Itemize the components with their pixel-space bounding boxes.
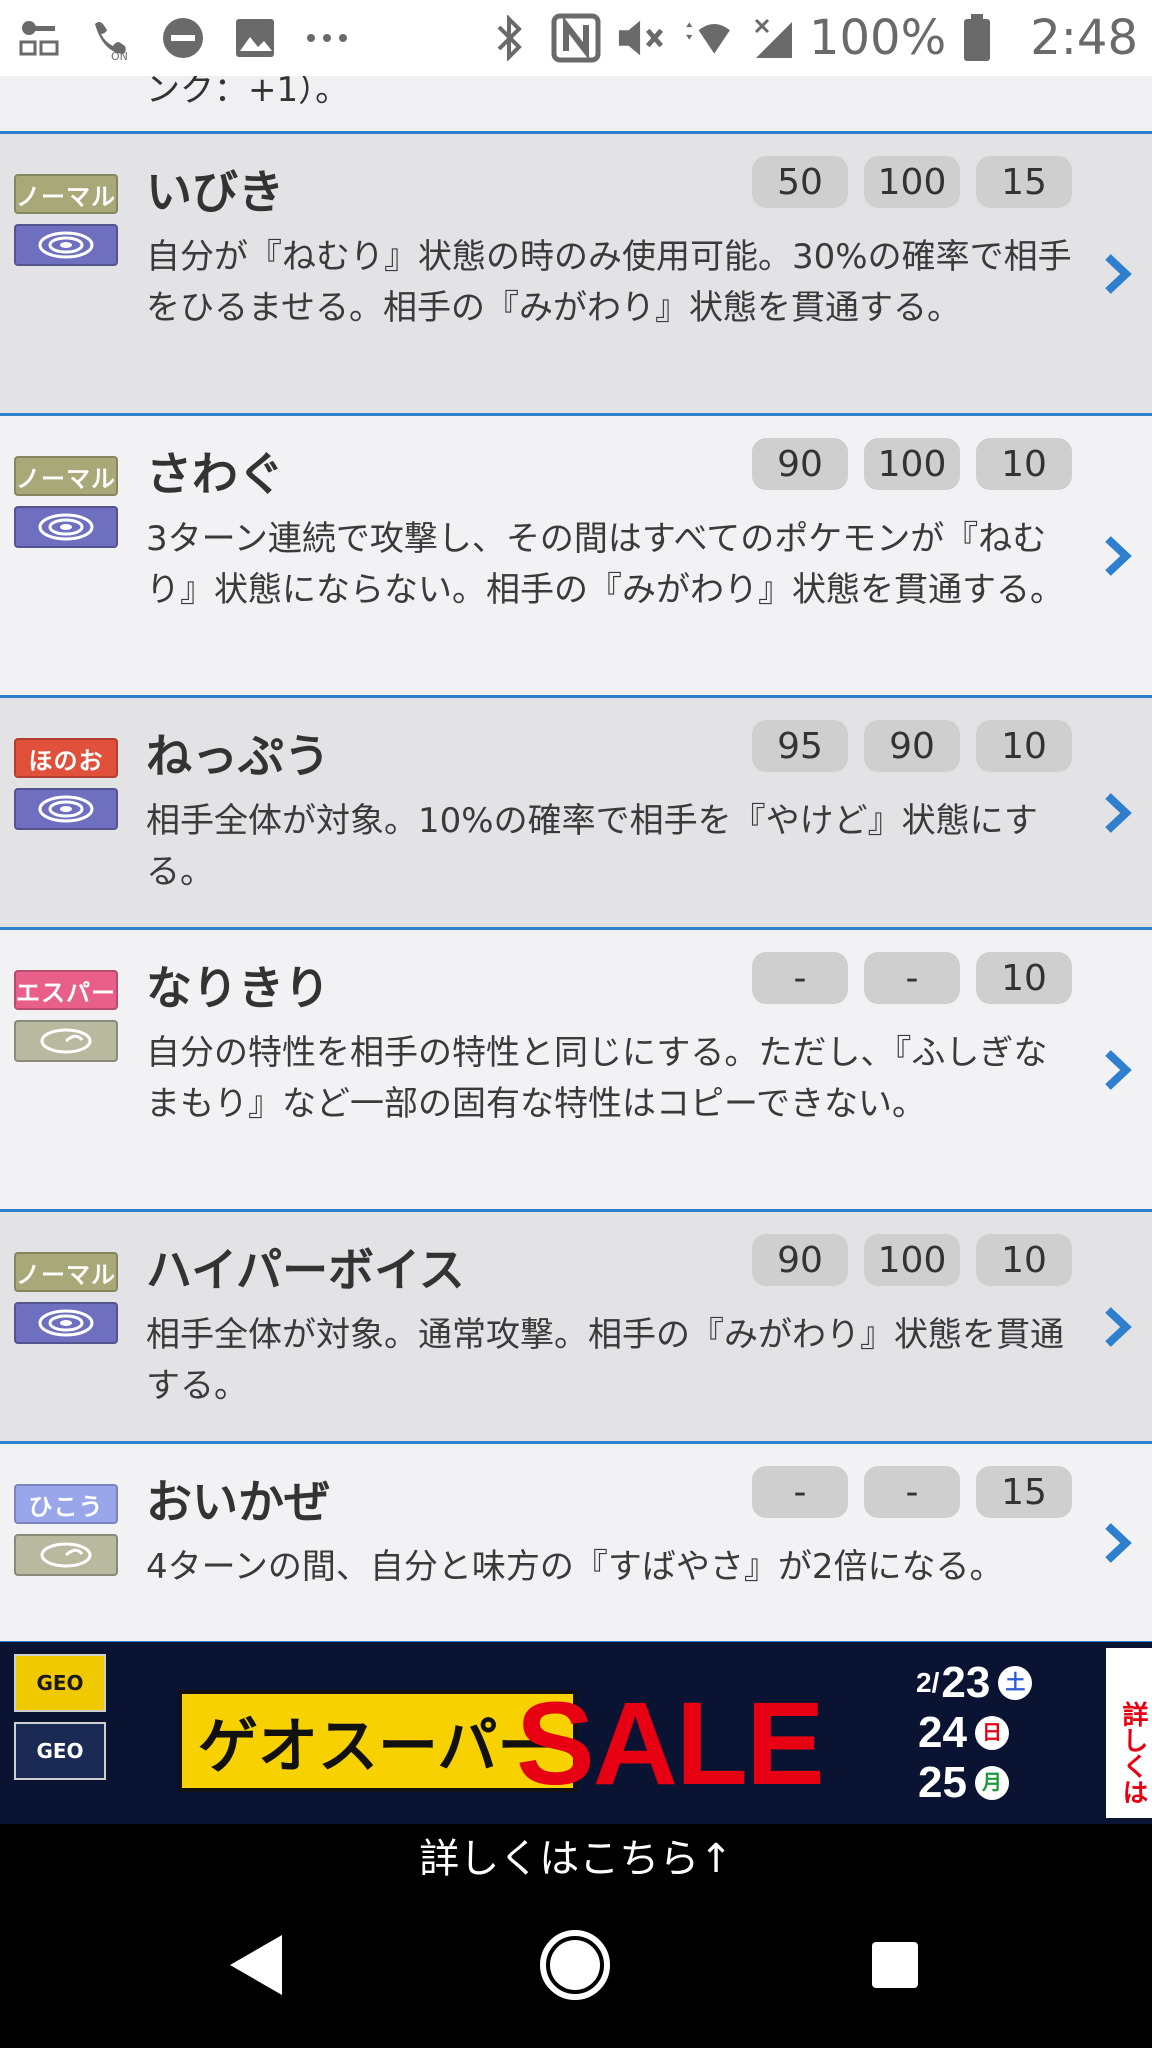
move-stats: 90 100 10 <box>752 438 1072 490</box>
type-badge: ノーマル <box>14 174 118 214</box>
status-category-icon <box>14 1020 118 1062</box>
wifi-calling-on-icon: ON <box>86 13 136 63</box>
key-mail-icon <box>14 13 64 63</box>
move-row[interactable]: ノーマル ハイパーボイス 90 100 10 相手全体が対象。通常攻撃。相手の『みがわり』… <box>0 1212 1152 1444</box>
status-category-icon <box>14 1534 118 1576</box>
ad-details-link[interactable]: 詳しくはこちら↑ <box>0 1824 1152 1886</box>
type-badge: ほのお <box>14 738 118 778</box>
power-value: 90 <box>752 438 848 490</box>
ad-date-3: 25 月 <box>916 1758 1032 1808</box>
move-list: ンク：+1）。 ノーマル いびき 50 100 15 自分が『ねむり』状態の時のみ使用可能… <box>0 76 1152 1642</box>
clock: 2:48 <box>1030 10 1138 66</box>
battery-icon <box>952 13 1002 63</box>
geo-logo-bottom: GEO <box>14 1722 106 1780</box>
list-item-partial[interactable]: ンク：+1）。 <box>0 76 1152 134</box>
back-icon[interactable] <box>226 1933 286 2001</box>
ad-banner[interactable]: GEO GEO ゲオスーパー SALE 2/23 土 24 日 25 月 詳しくは <box>0 1642 1152 1824</box>
special-category-icon <box>14 224 118 266</box>
pp-value: 15 <box>976 156 1072 208</box>
navigation-bar <box>0 1886 1152 2048</box>
move-row[interactable]: ひこう おいかぜ - -15 4ターンの間、自分と味方の『すばやさ』が2倍になる。 <box>0 1444 1152 1642</box>
ad-date-2: 24 日 <box>916 1708 1032 1758</box>
move-stats: 95 90 10 <box>752 720 1072 772</box>
move-description: 3ターン連続で攻撃し、その間はすべてのポケモンが『ねむり』状態にならない。相手の… <box>146 519 1064 610</box>
nfc-icon <box>551 13 601 63</box>
move-badges: ノーマル <box>14 456 118 548</box>
do-not-disturb-icon <box>158 13 208 63</box>
move-stats: - -10 <box>752 952 1072 1004</box>
chevron-right-icon[interactable] <box>1098 249 1138 299</box>
move-description: 自分が『ねむり』状態の時のみ使用可能。30%の確率で相手をひるませる。相手の『み… <box>146 237 1072 328</box>
accuracy-value: - <box>864 1466 960 1518</box>
ad-dates: 2/23 土 24 日 25 月 <box>916 1658 1033 1808</box>
type-badge: ノーマル <box>14 1252 118 1292</box>
move-badges: ほのお <box>14 738 118 830</box>
move-row[interactable]: ノーマル さわぐ 90 100 10 3ターン連続で攻撃し、その間はすべてのポケモンが『ね… <box>0 416 1152 698</box>
chevron-right-icon[interactable] <box>1098 531 1138 581</box>
accuracy-value: 100 <box>864 1234 960 1286</box>
power-value: 90 <box>752 1234 848 1286</box>
move-badges: ノーマル <box>14 174 118 266</box>
wifi-icon <box>683 13 733 63</box>
pp-value: 10 <box>976 720 1072 772</box>
move-badges: ノーマル <box>14 1252 118 1344</box>
home-icon[interactable] <box>538 1928 612 2006</box>
battery-percentage: 100% <box>808 10 947 66</box>
svg-text:ON: ON <box>111 50 128 60</box>
pp-value: 10 <box>976 1234 1072 1286</box>
move-stats: - -15 <box>752 1466 1072 1518</box>
pp-value: 15 <box>976 1466 1072 1518</box>
pp-value: 10 <box>976 952 1072 1004</box>
accuracy-value: 100 <box>864 438 960 490</box>
power-value: - <box>752 952 848 1004</box>
geo-logo-top: GEO <box>14 1654 106 1712</box>
move-description: 4ターンの間、自分と味方の『すばやさ』が2倍になる。 <box>146 1547 1004 1587</box>
move-description: 自分の特性を相手の特性と同じにする。ただし、『ふしぎなまもり』など一部の固有な特… <box>146 1033 1048 1124</box>
ad-sale-text: SALE <box>516 1678 825 1810</box>
power-value: 95 <box>752 720 848 772</box>
move-row[interactable]: ほのお ねっぷう 95 90 10 相手全体が対象。10%の確率で相手を『やけど』状態にす… <box>0 698 1152 930</box>
accuracy-value: 90 <box>864 720 960 772</box>
ad-side-link[interactable]: 詳しくは <box>1106 1648 1152 1818</box>
bluetooth-icon <box>485 13 535 63</box>
special-category-icon <box>14 788 118 830</box>
pp-value: 10 <box>976 438 1072 490</box>
accuracy-value: - <box>864 952 960 1004</box>
chevron-right-icon[interactable] <box>1098 788 1138 838</box>
signal-icon <box>749 13 799 63</box>
move-row[interactable]: エスパー なりきり - -10 自分の特性を相手の特性と同じにする。ただし、『ふしぎなま… <box>0 930 1152 1212</box>
move-description: 相手全体が対象。10%の確率で相手を『やけど』状態にする。 <box>146 801 1038 892</box>
type-badge: ノーマル <box>14 456 118 496</box>
type-badge: ひこう <box>14 1484 118 1524</box>
recent-apps-icon[interactable] <box>870 1940 920 1994</box>
type-badge: エスパー <box>14 970 118 1010</box>
special-category-icon <box>14 506 118 548</box>
chevron-right-icon[interactable] <box>1098 1302 1138 1352</box>
move-badges: エスパー <box>14 970 118 1062</box>
accuracy-value: 100 <box>864 156 960 208</box>
more-dots-icon <box>302 13 352 63</box>
power-value: - <box>752 1466 848 1518</box>
move-row[interactable]: ノーマル いびき 50 100 15 自分が『ねむり』状態の時のみ使用可能。30%の確率で… <box>0 134 1152 416</box>
move-stats: 50 100 15 <box>752 156 1072 208</box>
move-stats: 90 100 10 <box>752 1234 1072 1286</box>
power-value: 50 <box>752 156 848 208</box>
move-badges: ひこう <box>14 1484 118 1576</box>
partial-desc: ンク：+1）。 <box>146 76 350 110</box>
move-description: 相手全体が対象。通常攻撃。相手の『みがわり』状態を貫通する。 <box>146 1315 1064 1406</box>
ad-date-1: 2/23 土 <box>916 1658 1033 1708</box>
status-bar: ON 100% 2:48 <box>0 0 1152 76</box>
chevron-right-icon[interactable] <box>1098 1045 1138 1095</box>
special-category-icon <box>14 1302 118 1344</box>
mute-icon <box>617 13 667 63</box>
image-icon <box>230 13 280 63</box>
chevron-right-icon[interactable] <box>1098 1518 1138 1568</box>
